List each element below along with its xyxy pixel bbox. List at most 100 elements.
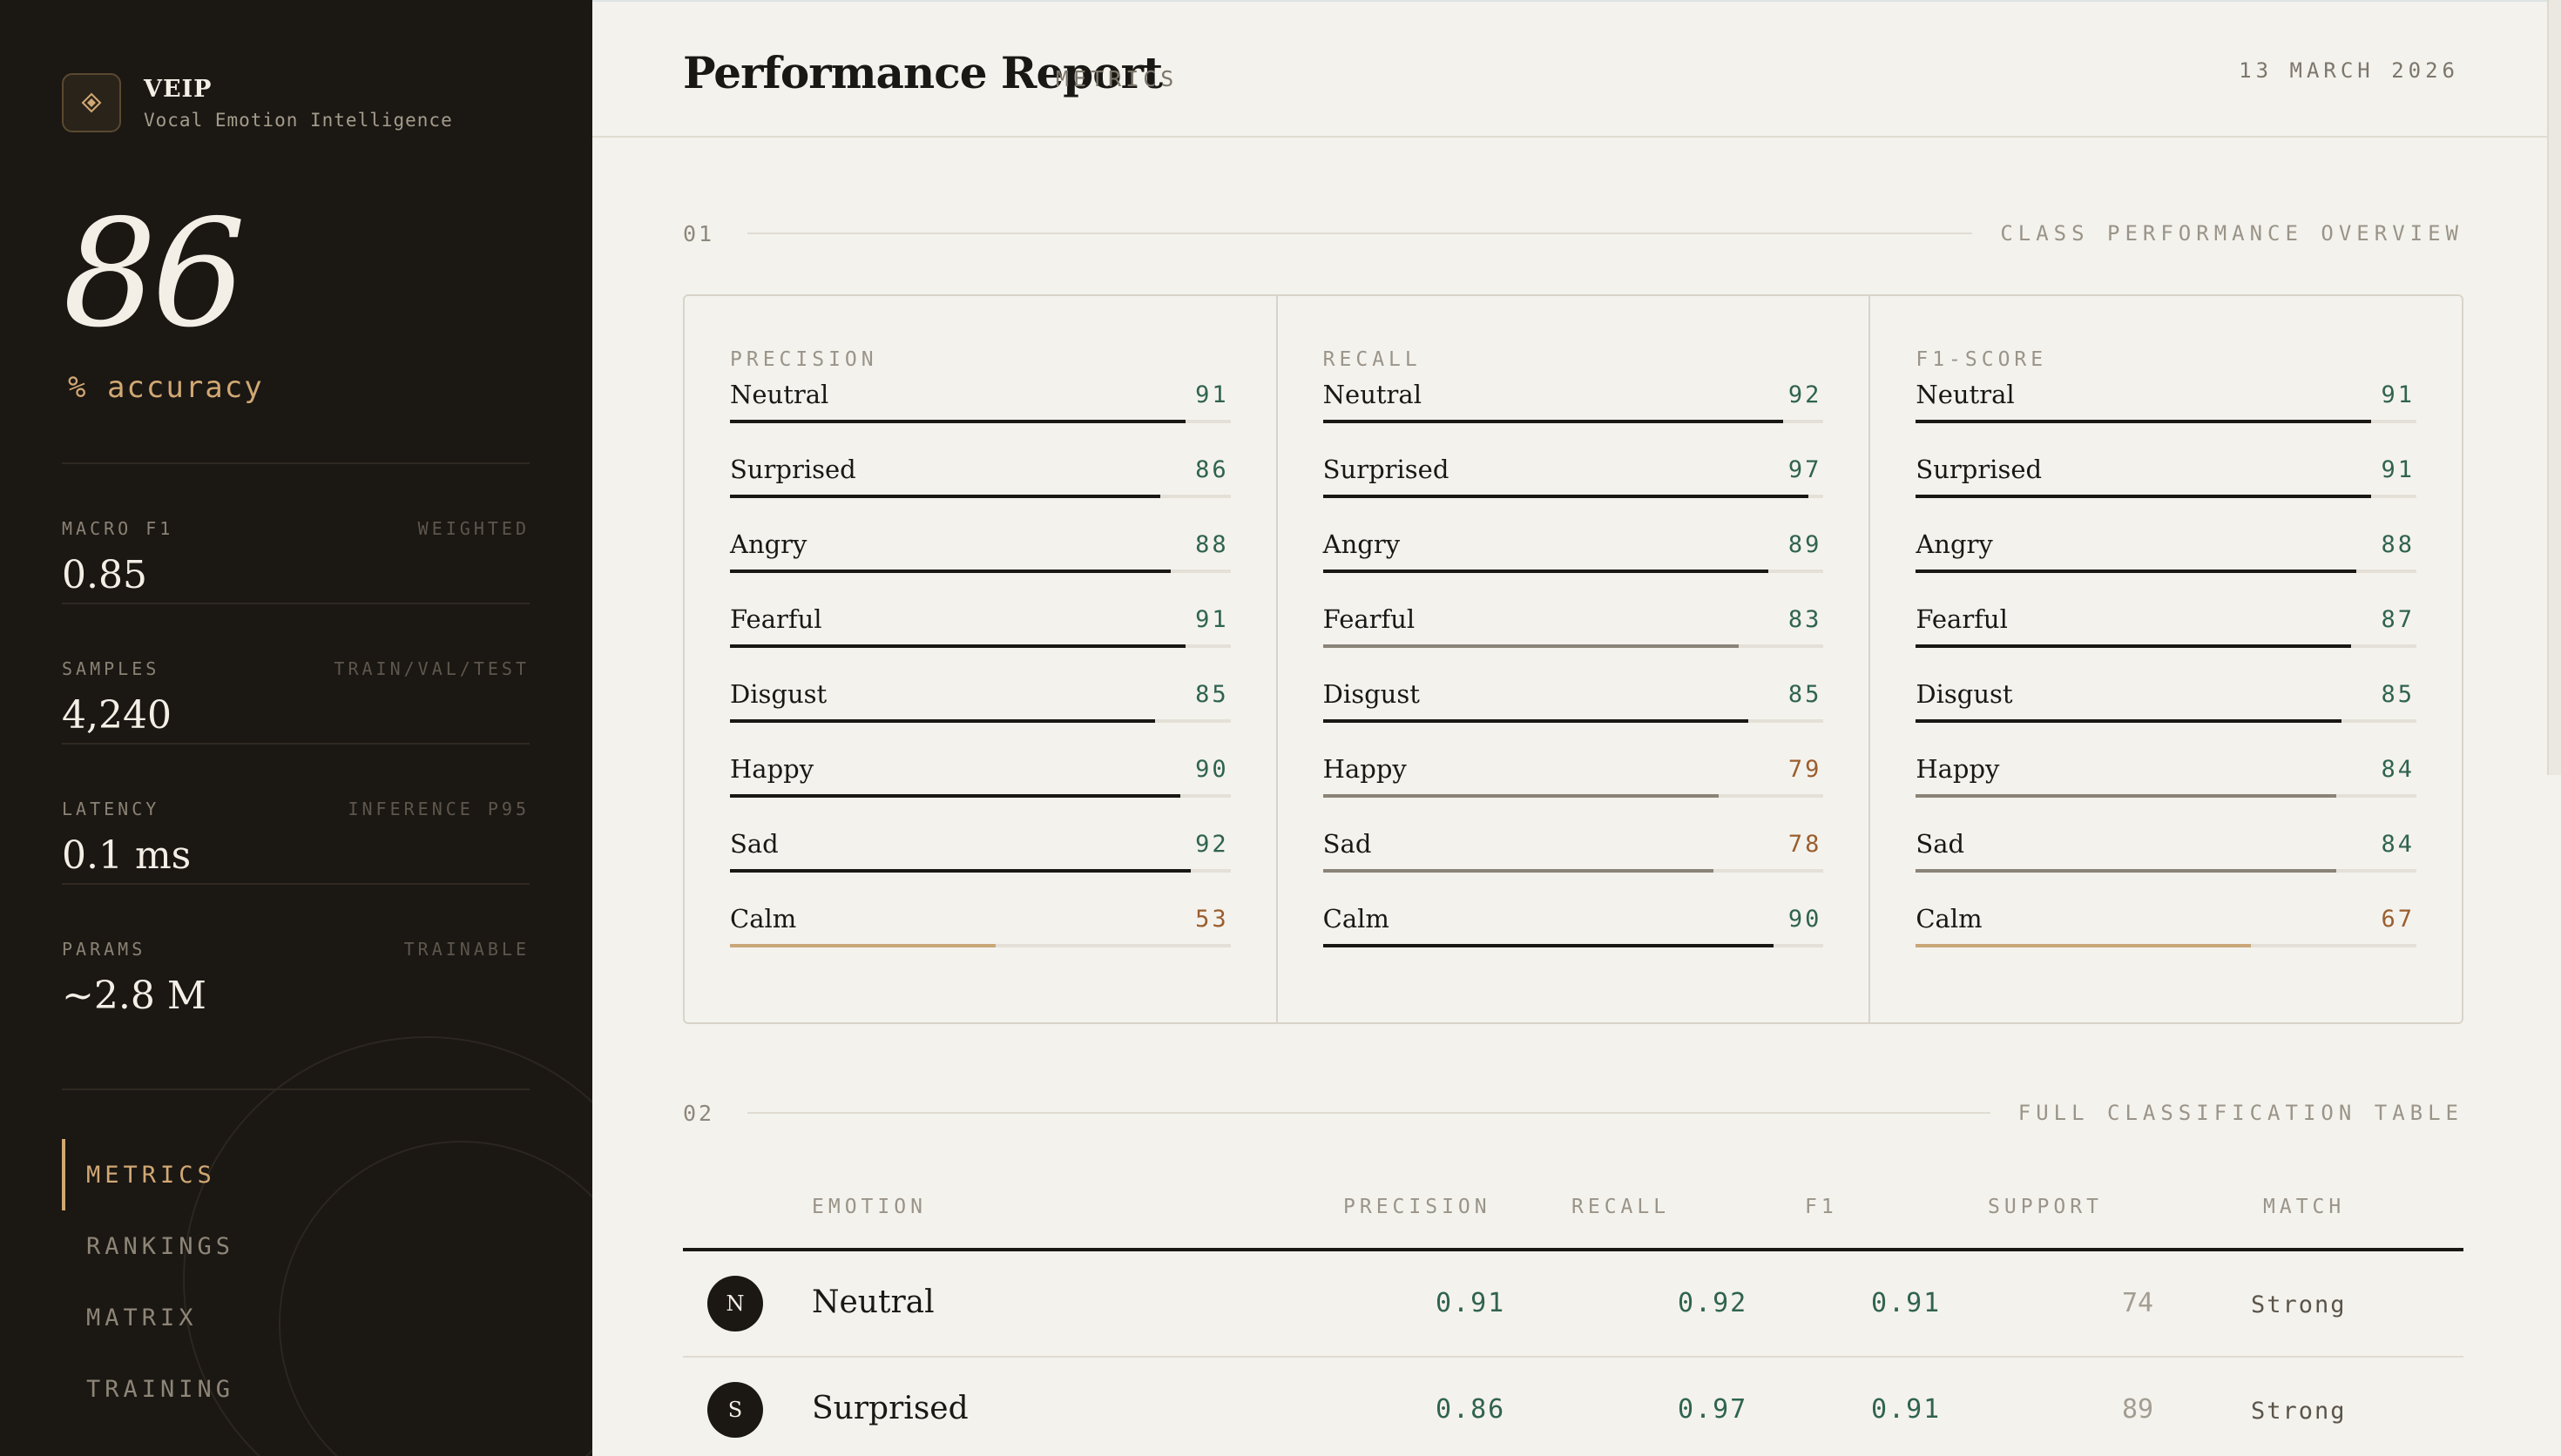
- metric-row: Sad 78: [1322, 824, 1824, 899]
- f1-cell: 0.91: [1871, 1288, 1942, 1318]
- brand-subtitle: Vocal Emotion Intelligence: [144, 109, 453, 131]
- stat-samples: SAMPLES TRAIN/VAL/TEST 4,240: [62, 603, 530, 743]
- stat-note: INFERENCE P95: [348, 799, 530, 819]
- metric-bar-fill: [1322, 644, 1739, 648]
- th-match[interactable]: MATCH: [2263, 1196, 2345, 1218]
- metric-value: 90: [1195, 756, 1229, 783]
- stat-note: WEIGHTED: [417, 518, 530, 539]
- nav-item-metrics[interactable]: METRICS: [62, 1139, 530, 1210]
- classification-table: EMOTION PRECISION RECALL F1 SUPPORT MATC…: [683, 1171, 2463, 1456]
- metric-bar-track: [730, 944, 1231, 947]
- metric-bar-track: [1916, 719, 2417, 723]
- metric-bar-fill: [730, 869, 1191, 873]
- page-tag: METRICS: [1056, 66, 1179, 91]
- metric-row: Disgust 85: [1322, 674, 1824, 749]
- metric-label: Surprised: [730, 455, 856, 484]
- th-support[interactable]: SUPPORT: [1988, 1196, 2103, 1218]
- stats-list: MACRO F1 WEIGHTED 0.85 SAMPLES TRAIN/VAL/T…: [62, 462, 530, 1023]
- th-f1[interactable]: F1: [1805, 1196, 1838, 1218]
- metric-bar-fill: [1322, 794, 1719, 798]
- metric-label: Angry: [1916, 529, 1993, 559]
- metric-bar-fill: [1916, 420, 2372, 423]
- metric-bar-fill: [1916, 570, 2357, 573]
- metric-value: 85: [1195, 681, 1229, 708]
- metric-bar-track: [1916, 644, 2417, 648]
- stat-label: LATENCY: [62, 799, 160, 819]
- metric-label: Angry: [1322, 529, 1401, 559]
- metric-bar-track: [730, 794, 1231, 798]
- metric-row: Calm 67: [1916, 899, 2417, 974]
- metric-label: Disgust: [730, 679, 828, 709]
- metric-value: 85: [1787, 681, 1822, 708]
- section-rule: [747, 233, 1973, 234]
- metric-label: Fearful: [1322, 604, 1416, 634]
- metric-row: Sad 92: [730, 824, 1231, 899]
- accuracy-value: 86: [63, 188, 246, 361]
- metric-bar-track: [1916, 944, 2417, 947]
- metric-value: 88: [1195, 531, 1229, 558]
- metric-bar-fill: [730, 944, 996, 947]
- metric-value: 89: [1787, 531, 1822, 558]
- section-number: 01: [683, 220, 715, 246]
- metric-bar-track: [1322, 794, 1824, 798]
- metric-value: 97: [1787, 456, 1822, 483]
- scrollbar[interactable]: [2547, 0, 2561, 775]
- metric-bar-track: [730, 869, 1231, 873]
- metric-bar-track: [730, 495, 1231, 498]
- metric-bar-track: [1916, 420, 2417, 423]
- metric-bar-track: [1916, 794, 2417, 798]
- metric-row: Angry 88: [730, 524, 1231, 599]
- nav-item-training[interactable]: TRAINING: [62, 1353, 530, 1425]
- th-precision[interactable]: PRECISION: [1343, 1196, 1491, 1218]
- table-row[interactable]: S Surprised 0.86 0.97 0.91 89 Strong: [683, 1358, 2463, 1456]
- precision-cell: 0.91: [1436, 1288, 1506, 1318]
- th-emotion[interactable]: EMOTION: [812, 1196, 927, 1218]
- nav-item-matrix[interactable]: MATRIX: [62, 1282, 530, 1353]
- metric-bar-fill: [730, 644, 1186, 648]
- emotion-name: Neutral: [812, 1284, 935, 1320]
- metric-label: Surprised: [1322, 455, 1449, 484]
- metric-label: Neutral: [730, 380, 829, 409]
- metric-value: 84: [2381, 756, 2416, 783]
- metric-value: 87: [2381, 606, 2416, 633]
- column-title: RECALL: [1322, 348, 1422, 371]
- precision-cell: 0.86: [1436, 1394, 1506, 1425]
- metric-row: Neutral 91: [730, 374, 1231, 449]
- stat-label: MACRO F1: [62, 518, 174, 539]
- metric-label: Sad: [1322, 829, 1372, 859]
- metric-bar-track: [730, 420, 1231, 423]
- section-number: 02: [683, 1100, 715, 1126]
- brand[interactable]: VEIP Vocal Emotion Intelligence: [62, 73, 453, 132]
- metric-label: Calm: [1322, 904, 1389, 934]
- metric-bar-fill: [1322, 420, 1784, 423]
- stat-label: SAMPLES: [62, 658, 160, 679]
- column-title: F1-SCORE: [1916, 348, 2048, 371]
- metric-bar-track: [1916, 570, 2417, 573]
- stat-value: 0.1 ms: [62, 833, 192, 878]
- precision-column: PRECISION Neutral 91 Surprised 86 Angry 88 Fear…: [685, 296, 1278, 1022]
- stat-value: 0.85: [62, 553, 147, 597]
- metric-bar-fill: [730, 420, 1186, 423]
- metric-value: 92: [1787, 381, 1822, 408]
- sidebar-divider: [62, 1089, 530, 1090]
- metric-row: Surprised 97: [1322, 449, 1824, 524]
- stat-note: TRAINABLE: [403, 939, 530, 960]
- metric-value: 91: [2381, 381, 2416, 408]
- metric-bar-fill: [1916, 944, 2252, 947]
- report-date: 13 MARCH 2026: [2239, 58, 2459, 83]
- th-recall[interactable]: RECALL: [1571, 1196, 1670, 1218]
- metric-row: Happy 84: [1916, 749, 2417, 824]
- metric-value: 91: [2381, 456, 2416, 483]
- metric-bar-fill: [1322, 495, 1809, 498]
- section-rule: [747, 1112, 1990, 1114]
- nav-item-rankings[interactable]: RANKINGS: [62, 1210, 530, 1282]
- metric-row: Sad 84: [1916, 824, 2417, 899]
- metric-label: Disgust: [1322, 679, 1420, 709]
- metric-value: 86: [1195, 456, 1229, 483]
- metric-bar-track: [1322, 644, 1824, 648]
- support-cell: 89: [2122, 1394, 2154, 1425]
- table-row[interactable]: N Neutral 0.91 0.92 0.91 74 Strong: [683, 1251, 2463, 1358]
- metric-bar-track: [1322, 420, 1824, 423]
- stat-value: ~2.8 M: [62, 974, 206, 1018]
- metric-bar-fill: [1916, 794, 2337, 798]
